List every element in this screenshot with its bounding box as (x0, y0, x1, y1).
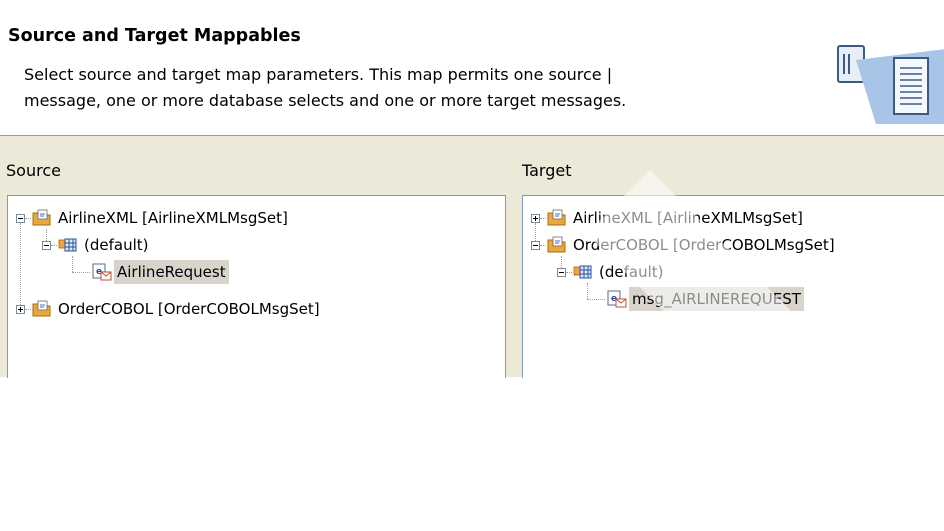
message-set-icon (32, 300, 51, 317)
tree-node-label: OrderCOBOL [OrderCOBOLMsgSet] (573, 236, 835, 254)
page-title: Source and Target Mappables (8, 26, 301, 46)
tree-connector (72, 256, 73, 272)
tree-node-label: (default) (84, 236, 149, 254)
message-icon: e (607, 290, 627, 308)
message-icon: e (92, 263, 112, 281)
message-set-icon (547, 236, 566, 253)
collapse-toggle[interactable] (42, 241, 51, 250)
target-tree[interactable]: AirlineXML [AirlineXMLMsgSet] OrderCOBOL… (522, 195, 944, 378)
tree-node-label: msg_AIRLINEREQUEST (629, 287, 804, 311)
source-tree[interactable]: AirlineXML [AirlineXMLMsgSet] (default) … (7, 195, 506, 378)
target-label: Target (522, 161, 572, 180)
tree-connector (20, 223, 21, 309)
page-description: Select source and target map parameters.… (24, 62, 626, 114)
expand-toggle[interactable] (16, 305, 25, 314)
tree-connector (540, 218, 546, 219)
tree-node-label: AirlineRequest (114, 260, 229, 284)
tree-connector (566, 272, 572, 273)
tree-node-label: (default) (599, 263, 664, 281)
tree-connector (72, 272, 90, 273)
dialog-header: Source and Target Mappables Select sourc… (0, 0, 944, 136)
tree-connector (25, 309, 31, 310)
tree-connector (587, 283, 588, 299)
description-line-1: Select source and target map parameters.… (24, 65, 613, 84)
collapse-toggle[interactable] (557, 268, 566, 277)
collapse-toggle[interactable] (531, 241, 540, 250)
tree-node-label: AirlineXML [AirlineXMLMsgSet] (58, 209, 288, 227)
tree-connector (25, 218, 31, 219)
tree-connector (51, 245, 57, 246)
tree-connector (587, 299, 605, 300)
tree-node-label: OrderCOBOL [OrderCOBOLMsgSet] (58, 300, 320, 318)
collapse-toggle[interactable] (16, 214, 25, 223)
tree-node-label: AirlineXML [AirlineXMLMsgSet] (573, 209, 803, 227)
source-label: Source (6, 161, 61, 180)
message-category-icon (58, 238, 77, 252)
description-line-2: message, one or more database selects an… (24, 91, 627, 110)
message-category-icon (573, 265, 592, 279)
document-map-icon (837, 45, 944, 124)
message-set-icon (32, 209, 51, 226)
expand-toggle[interactable] (531, 214, 540, 223)
tree-connector (540, 245, 546, 246)
message-set-icon (547, 209, 566, 226)
